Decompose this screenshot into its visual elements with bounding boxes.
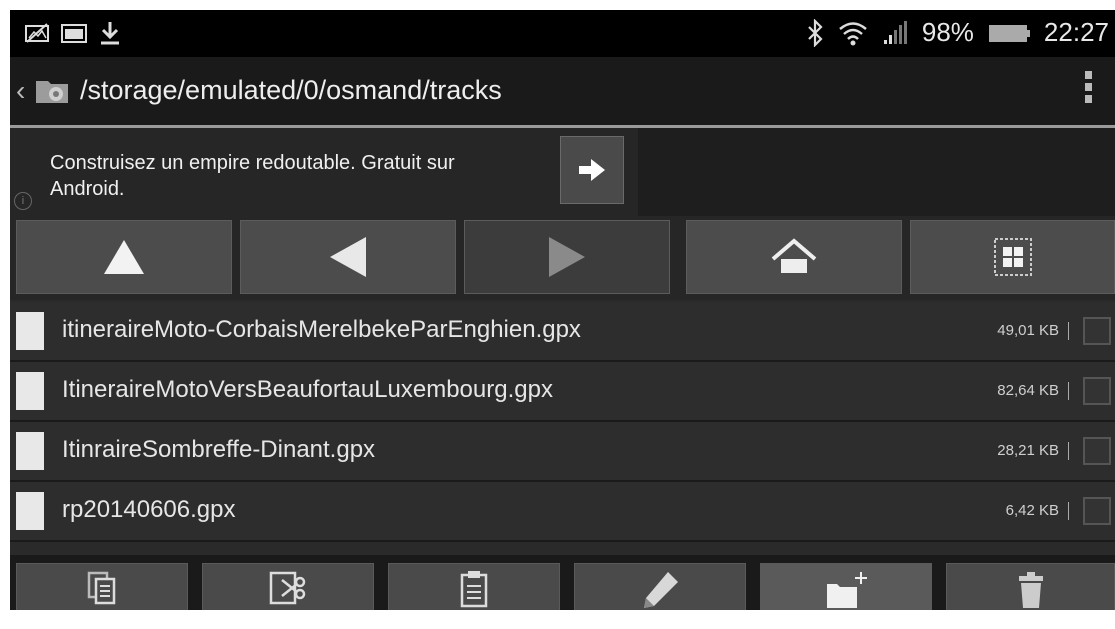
- triangle-up-icon: [104, 240, 144, 274]
- status-bar: 98% 22:27: [10, 10, 1115, 57]
- file-checkbox[interactable]: [1083, 377, 1111, 405]
- copy-button[interactable]: [16, 563, 188, 610]
- cut-button[interactable]: [202, 563, 374, 610]
- clock: 22:27: [1043, 17, 1109, 47]
- status-left-icons: [24, 20, 122, 46]
- file-list: itineraireMoto-CorbaisMerelbekeParEnghie…: [10, 302, 1115, 542]
- download-icon: [101, 22, 119, 45]
- paste-button[interactable]: [388, 563, 560, 610]
- divider: [1068, 382, 1069, 400]
- divider: [1068, 322, 1069, 340]
- copy-icon: [87, 571, 116, 605]
- file-checkbox[interactable]: [1083, 437, 1111, 465]
- file-size: 49,01 KB: [997, 322, 1059, 339]
- ad-arrow-button[interactable]: [560, 136, 624, 204]
- ad-banner[interactable]: Construisez un empire redoutable. Gratui…: [10, 128, 1115, 216]
- bottom-toolbar: [10, 555, 1115, 610]
- file-checkbox[interactable]: [1083, 317, 1111, 345]
- triangle-right-icon: [549, 237, 585, 277]
- file-name: rp20140606.gpx: [62, 496, 236, 523]
- file-manager-screen: 98% 22:27 ‹ /storage/emulated/0/osmand/t…: [10, 10, 1115, 610]
- status-right-icons: 98% 22:27: [806, 17, 1109, 48]
- bluetooth-icon: [808, 18, 823, 47]
- new-folder-button[interactable]: [760, 563, 932, 610]
- home-button[interactable]: [686, 220, 902, 294]
- delete-button[interactable]: [946, 563, 1115, 610]
- list-item[interactable]: ItineraireMotoVersBeaufortauLuxembourg.g…: [10, 362, 1115, 422]
- up-button[interactable]: [16, 220, 232, 294]
- file-checkbox[interactable]: [1083, 497, 1111, 525]
- battery-icon: [988, 24, 1030, 42]
- file-icon: [16, 492, 44, 530]
- signal-icon: [883, 20, 907, 44]
- file-size: 28,21 KB: [997, 442, 1059, 459]
- wifi-icon: [839, 21, 867, 45]
- forward-button[interactable]: [464, 220, 670, 294]
- paste-icon: [460, 571, 488, 608]
- list-item[interactable]: itineraireMoto-CorbaisMerelbekeParEnghie…: [10, 302, 1115, 362]
- file-icon: [16, 312, 44, 350]
- ad-image-area: [638, 128, 1115, 216]
- picture-disabled-icon: [25, 23, 49, 43]
- image-icon: [61, 24, 87, 43]
- divider: [1068, 442, 1069, 460]
- arrow-right-icon: [579, 159, 605, 181]
- path-bar: ‹ /storage/emulated/0/osmand/tracks: [10, 57, 1115, 128]
- file-name: ItineraireMotoVersBeaufortauLuxembourg.g…: [62, 376, 553, 403]
- cut-icon: [269, 571, 306, 605]
- current-path: /storage/emulated/0/osmand/tracks: [80, 75, 502, 105]
- navigation-bar: [10, 216, 1115, 300]
- folder-app-icon[interactable]: [34, 75, 70, 105]
- grid-icon: [993, 238, 1032, 276]
- file-name: itineraireMoto-CorbaisMerelbekeParEnghie…: [62, 316, 581, 343]
- new-folder-icon: [827, 572, 867, 608]
- file-size: 82,64 KB: [997, 382, 1059, 399]
- back-button[interactable]: [240, 220, 456, 294]
- file-name: ItinraireSombreffe-Dinant.gpx: [62, 436, 376, 463]
- rename-button[interactable]: [574, 563, 746, 610]
- overflow-menu-icon[interactable]: [1085, 71, 1093, 107]
- grid-view-button[interactable]: [910, 220, 1115, 294]
- list-item[interactable]: ItinraireSombreffe-Dinant.gpx 28,21 KB: [10, 422, 1115, 482]
- info-icon[interactable]: i: [14, 192, 32, 210]
- divider: [1068, 502, 1069, 520]
- file-size: 6,42 KB: [1005, 502, 1059, 519]
- triangle-left-icon: [330, 237, 366, 277]
- back-chevron-icon[interactable]: ‹: [16, 75, 25, 107]
- ad-text: Construisez un empire redoutable. Gratui…: [50, 152, 455, 200]
- trash-icon: [1018, 572, 1043, 608]
- battery-percent: 98%: [921, 17, 974, 47]
- file-icon: [16, 432, 44, 470]
- list-item[interactable]: rp20140606.gpx 6,42 KB: [10, 482, 1115, 542]
- home-icon: [771, 238, 817, 273]
- pencil-icon: [644, 572, 678, 608]
- file-icon: [16, 372, 44, 410]
